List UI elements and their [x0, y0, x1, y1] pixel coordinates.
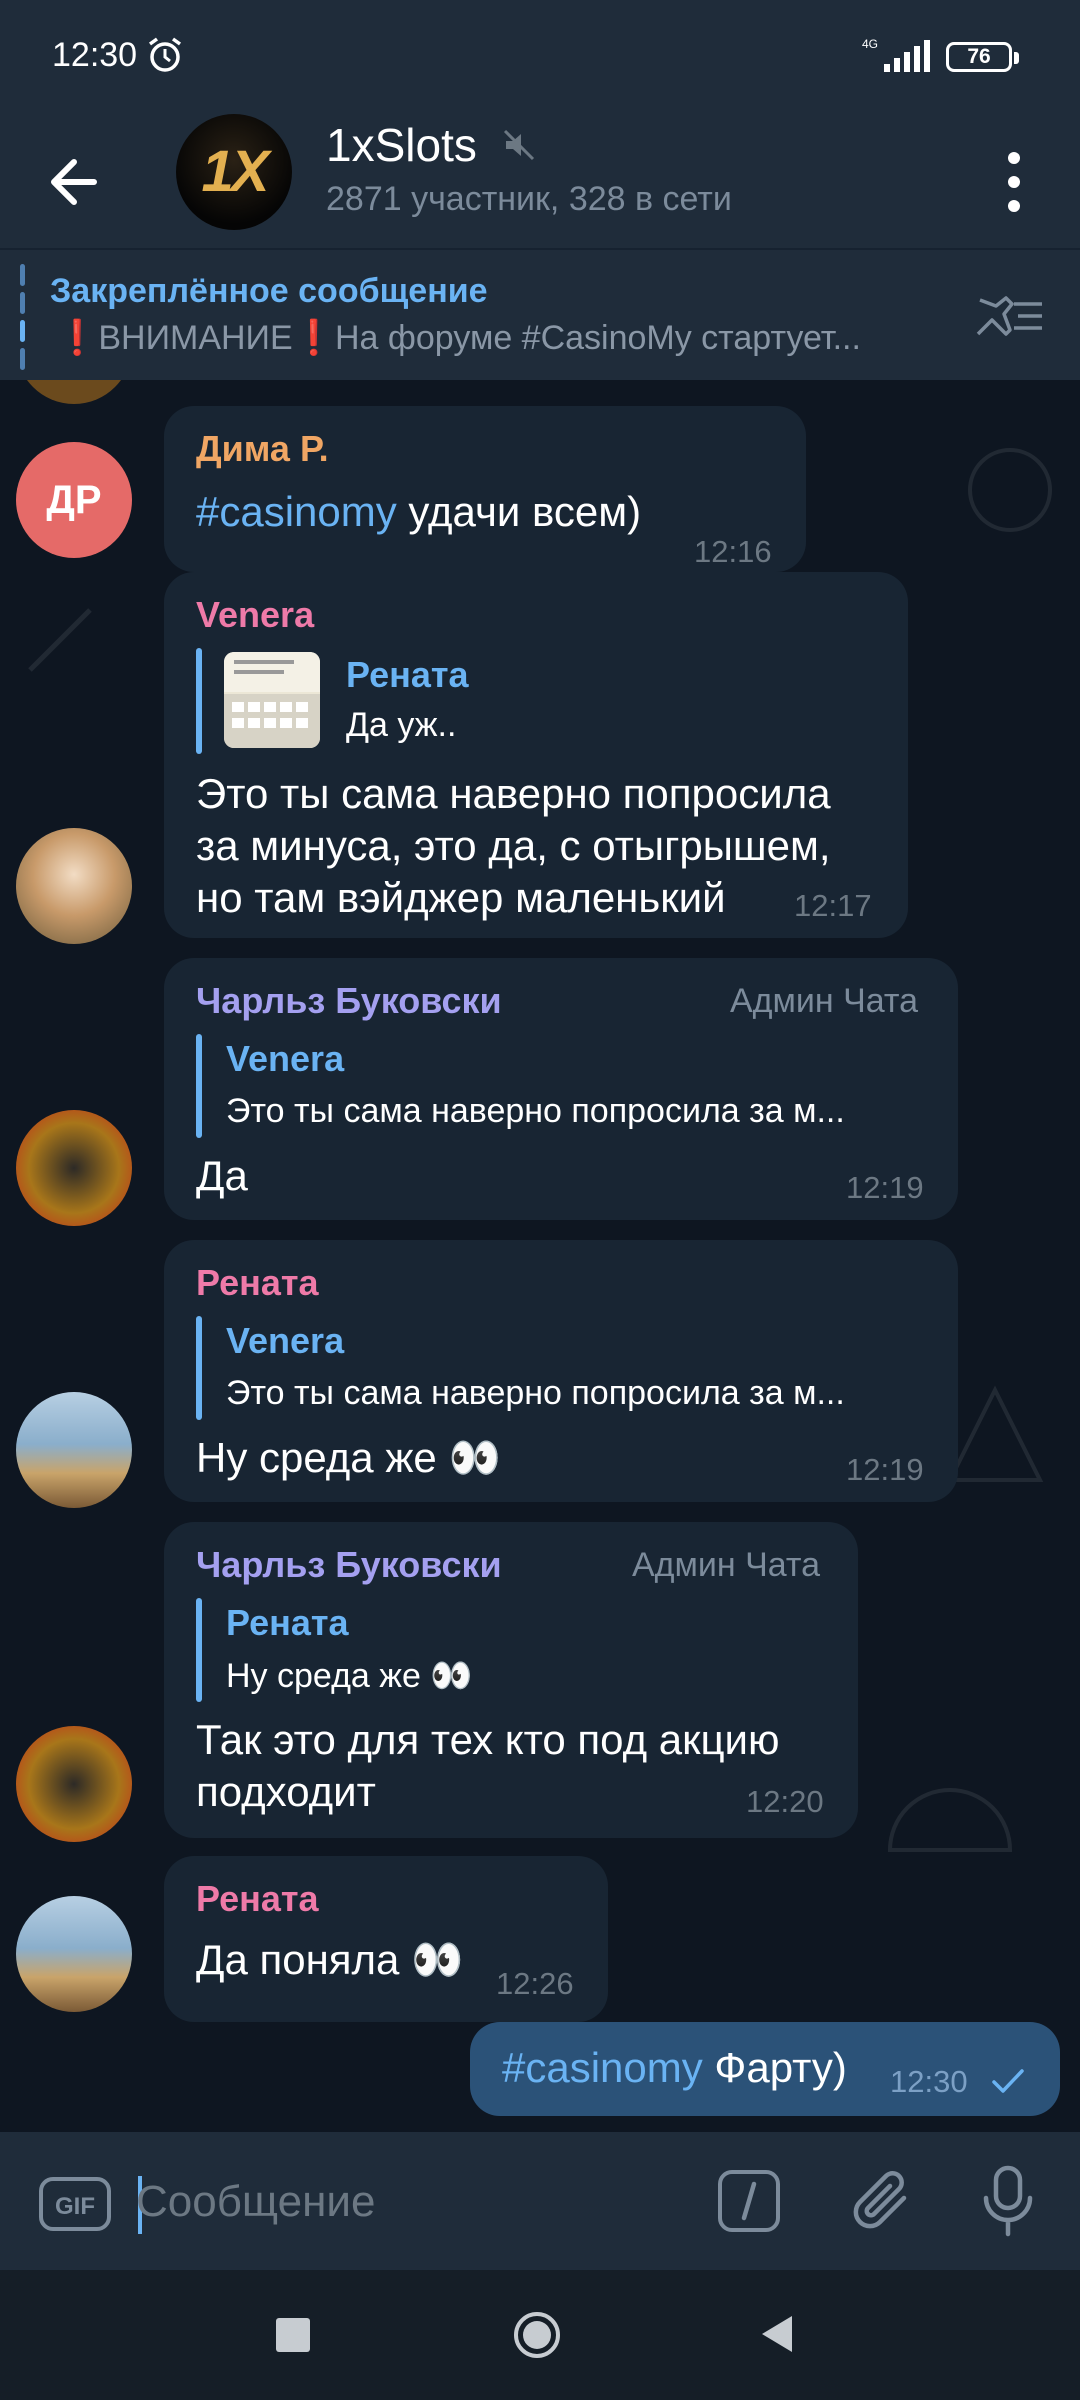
- pinned-title: Закреплённое сообщение: [50, 272, 488, 310]
- message-time: 12:16: [694, 534, 772, 569]
- message-bubble[interactable]: Рената Venera Это ты сама наверно попрос…: [164, 1240, 958, 1502]
- home-button[interactable]: [512, 2310, 562, 2360]
- message-text-line: но там вэйджер маленький: [196, 874, 726, 921]
- recent-apps-button[interactable]: [276, 2318, 310, 2352]
- status-bar: 12:30 4G 76: [0, 0, 1080, 114]
- message-input[interactable]: [136, 2162, 696, 2242]
- avatar-dima[interactable]: ДР: [16, 442, 132, 558]
- reply-indicator: [196, 1598, 202, 1702]
- reply-text: Ну среда же 👀: [226, 1657, 473, 1695]
- status-time: 12:30: [52, 36, 138, 74]
- message-time: 12:19: [846, 1452, 924, 1487]
- more-vert-icon[interactable]: [1000, 144, 1028, 220]
- bot-commands-icon[interactable]: [716, 2168, 782, 2234]
- message-time: 12:19: [846, 1170, 924, 1205]
- message-bubble[interactable]: Рената Да поняла 👀 12:26: [164, 1856, 608, 2022]
- avatar-venera[interactable]: [16, 828, 132, 944]
- message-time: 12:17: [794, 888, 872, 923]
- back-arrow-icon[interactable]: [44, 140, 108, 224]
- signal-icon: 4G: [862, 37, 930, 72]
- avatar-renata[interactable]: [16, 1896, 132, 2012]
- reply-text: Это ты сама наверно попросила за м...: [226, 1092, 845, 1130]
- reply-indicator: [196, 1316, 202, 1420]
- reply-sender: Venera: [226, 1320, 345, 1361]
- avatar-charles[interactable]: [16, 1110, 132, 1226]
- system-navigation-bar: [0, 2270, 1080, 2400]
- message-text: Да поняла 👀: [196, 1936, 464, 1983]
- message-bubble[interactable]: Чарльз Буковски Админ Чата Venera Это ты…: [164, 958, 958, 1220]
- message-text-line: подходит: [196, 1768, 376, 1815]
- message-time: 12:26: [496, 1966, 574, 2001]
- doodle-icon: [887, 1788, 1013, 1852]
- mute-icon: [503, 129, 535, 161]
- admin-badge: Админ Чата: [632, 1546, 821, 1584]
- doodle-icon: [28, 608, 92, 672]
- message-input-bar: GIF: [0, 2132, 1080, 2270]
- message-text-line: за минуса, это да, с отыгрышем,: [196, 822, 831, 869]
- reply-indicator: [196, 1034, 202, 1138]
- message-bubble[interactable]: Дима Р. #casinomy удачи всем) 12:16: [164, 406, 806, 572]
- message-bubble[interactable]: Чарльз Буковски Админ Чата Рената Ну сре…: [164, 1522, 858, 1838]
- avatar-initials: ДР: [46, 478, 102, 522]
- sent-check-icon: [992, 2069, 1024, 2093]
- message-text: Да: [196, 1152, 248, 1199]
- message-list[interactable]: ДР Дима Р. #casinomy удачи всем) 12:16 V…: [0, 380, 1080, 2132]
- message-text: #casinomy удачи всем): [196, 488, 642, 535]
- sender-name[interactable]: Дима Р.: [196, 428, 329, 470]
- sender-name[interactable]: Чарльз Буковски: [196, 980, 502, 1022]
- reply-sender: Рената: [346, 654, 469, 695]
- svg-text:GIF: GIF: [55, 2193, 95, 2220]
- chat-header: 1X 1xSlots 2871 участник, 328 в сети: [0, 114, 1080, 248]
- alarm-icon: [148, 37, 182, 72]
- avatar[interactable]: [16, 380, 132, 404]
- pinned-indicator: [20, 264, 25, 370]
- back-triangle-button[interactable]: [758, 2314, 794, 2354]
- message-text-line: Так это для тех кто под акцию: [196, 1716, 780, 1763]
- message-text-line: Это ты сама наверно попросила: [196, 770, 831, 817]
- reply-text: Это ты сама наверно попросила за м...: [226, 1374, 845, 1412]
- outgoing-message-bubble[interactable]: #casinomy Фарту) 12:30: [470, 2022, 1060, 2116]
- microphone-icon[interactable]: [978, 2164, 1038, 2238]
- sender-name[interactable]: Чарльз Буковски: [196, 1544, 502, 1586]
- avatar-renata[interactable]: [16, 1392, 132, 1508]
- reply-sender: Venera: [226, 1038, 345, 1079]
- reply-indicator: [196, 648, 202, 754]
- sender-name[interactable]: Рената: [196, 1262, 319, 1304]
- battery-indicator: 76: [946, 42, 1019, 72]
- logo-text: 1X: [201, 139, 270, 204]
- pinned-text: ❗ВНИМАНИЕ❗На форуме #CasinoMy стартует..…: [56, 319, 861, 357]
- avatar-charles[interactable]: [16, 1726, 132, 1842]
- chat-avatar[interactable]: 1X: [176, 114, 292, 230]
- gif-icon[interactable]: GIF: [38, 2176, 112, 2232]
- admin-badge: Админ Чата: [730, 982, 919, 1020]
- reply-sender: Рената: [226, 1602, 349, 1643]
- doodle-icon: [968, 448, 1052, 532]
- chat-title[interactable]: 1xSlots: [326, 118, 477, 172]
- sender-name[interactable]: Рената: [196, 1878, 319, 1920]
- chat-subtitle: 2871 участник, 328 в сети: [326, 180, 732, 218]
- hashtag-link[interactable]: #casinomy: [502, 2044, 703, 2091]
- reply-thumbnail: [224, 652, 320, 748]
- message-text: Ну среда же 👀: [196, 1434, 501, 1481]
- pin-list-icon[interactable]: [970, 290, 1046, 342]
- message-text: #casinomy Фарту): [502, 2044, 847, 2091]
- paperclip-icon[interactable]: [848, 2168, 918, 2238]
- message-bubble[interactable]: Venera Рената Да уж.. Это ты сама наверн…: [164, 572, 908, 938]
- message-time: 12:30: [890, 2064, 968, 2099]
- message-time: 12:20: [746, 1784, 824, 1819]
- reply-text: Да уж..: [346, 706, 457, 744]
- pinned-message-bar[interactable]: Закреплённое сообщение ❗ВНИМАНИЕ❗На фору…: [0, 248, 1080, 380]
- sender-name[interactable]: Venera: [196, 594, 314, 636]
- svg-text:4G: 4G: [862, 37, 878, 51]
- hashtag-link[interactable]: #casinomy: [196, 488, 397, 535]
